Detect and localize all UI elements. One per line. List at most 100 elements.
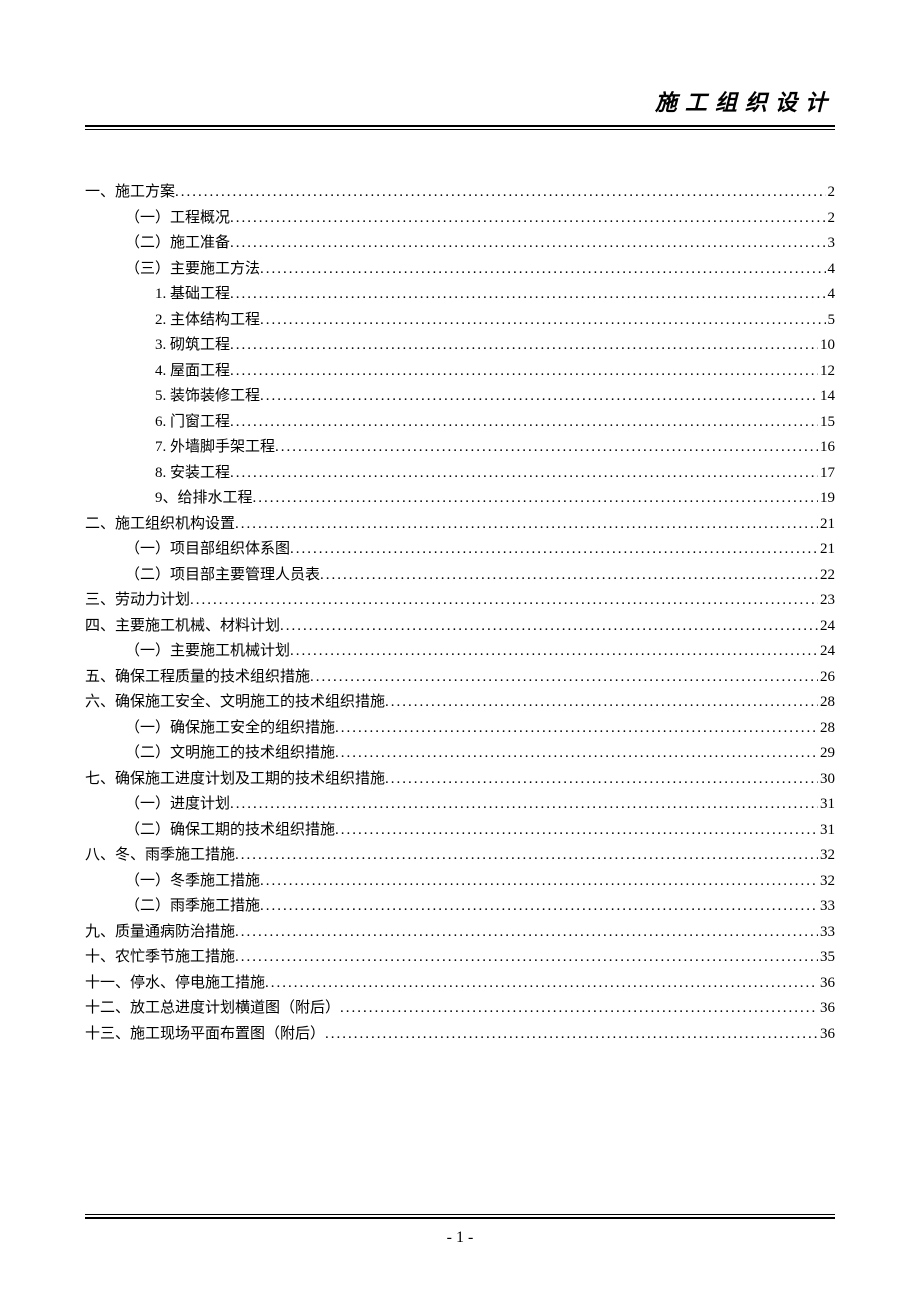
toc-entry[interactable]: （二）确保工期的技术组织措施31 (85, 818, 835, 844)
toc-entry-page: 35 (818, 945, 835, 971)
toc-entry-page: 28 (818, 690, 835, 716)
toc-entry-leader-dots (235, 945, 818, 971)
toc-entry[interactable]: （一）工程概况2 (85, 206, 835, 232)
toc-entry[interactable]: 四、主要施工机械、材料计划24 (85, 614, 835, 640)
toc-entry[interactable]: 6. 门窗工程15 (85, 410, 835, 436)
toc-entry-page: 32 (818, 843, 835, 869)
toc-entry-leader-dots (230, 461, 818, 487)
toc-entry-leader-dots (260, 384, 818, 410)
header-underline (85, 129, 835, 130)
page-container: 施工组织设计 一、施工方案2（一）工程概况2（二）施工准备3（三）主要施工方法4… (0, 0, 920, 1047)
toc-entry[interactable]: （一）进度计划 31 (85, 792, 835, 818)
toc-entry[interactable]: （二）施工准备3 (85, 231, 835, 257)
toc-entry-leader-dots (260, 257, 825, 283)
toc-entry-leader-dots (335, 741, 818, 767)
toc-entry-page: 21 (818, 537, 835, 563)
toc-entry[interactable]: （三）主要施工方法 4 (85, 257, 835, 283)
toc-entry[interactable]: 1. 基础工程 4 (85, 282, 835, 308)
toc-entry-label: 8. 安装工程 (155, 461, 230, 487)
toc-entry-page: 10 (818, 333, 835, 359)
footer-line-bottom (85, 1217, 835, 1219)
toc-entry-leader-dots (385, 690, 818, 716)
toc-entry-label: （二）文明施工的技术组织措施 (125, 741, 335, 767)
page-footer: - 1 - (85, 1214, 835, 1247)
toc-entry-leader-dots (235, 512, 818, 538)
toc-entry-page: 3 (826, 231, 836, 257)
toc-entry[interactable]: 十一、停水、停电施工措施36 (85, 971, 835, 997)
toc-entry[interactable]: 八、冬、雨季施工措施32 (85, 843, 835, 869)
toc-entry-page: 36 (818, 1022, 835, 1048)
toc-entry-label: （三）主要施工方法 (125, 257, 260, 283)
toc-entry-label: 9、给排水工程 (155, 486, 253, 512)
toc-entry-leader-dots (385, 767, 818, 793)
toc-entry-leader-dots (325, 1022, 818, 1048)
toc-entry-leader-dots (260, 869, 818, 895)
toc-entry-page: 4 (826, 282, 836, 308)
toc-entry-label: 4. 屋面工程 (155, 359, 230, 385)
toc-entry[interactable]: 一、施工方案2 (85, 180, 835, 206)
toc-entry-label: 2. 主体结构工程 (155, 308, 260, 334)
toc-entry-label: （一）确保施工安全的组织措施 (125, 716, 335, 742)
toc-entry-leader-dots (175, 180, 825, 206)
toc-entry-page: 30 (818, 767, 835, 793)
toc-entry-page: 24 (818, 614, 835, 640)
toc-entry-page: 36 (818, 996, 835, 1022)
toc-entry[interactable]: 十二、放工总进度计划横道图（附后）36 (85, 996, 835, 1022)
toc-entry-label: 1. 基础工程 (155, 282, 230, 308)
toc-entry-leader-dots (230, 359, 818, 385)
toc-entry-leader-dots (230, 206, 825, 232)
toc-entry-leader-dots (190, 588, 818, 614)
toc-entry-label: 三、劳动力计划 (85, 588, 190, 614)
toc-entry-page: 31 (818, 792, 835, 818)
toc-entry[interactable]: 十、农忙季节施工措施 35 (85, 945, 835, 971)
toc-entry-label: 3. 砌筑工程 (155, 333, 230, 359)
toc-entry[interactable]: 九、质量通病防治措施33 (85, 920, 835, 946)
table-of-contents: 一、施工方案2（一）工程概况2（二）施工准备3（三）主要施工方法41. 基础工程… (85, 180, 835, 1047)
toc-entry-page: 14 (818, 384, 835, 410)
toc-entry[interactable]: 2. 主体结构工程5 (85, 308, 835, 334)
toc-entry-label: （一）进度计划 (125, 792, 230, 818)
toc-entry[interactable]: （一）项目部组织体系图21 (85, 537, 835, 563)
toc-entry-leader-dots (230, 792, 818, 818)
toc-entry-label: 5. 装饰装修工程 (155, 384, 260, 410)
toc-entry-page: 4 (826, 257, 836, 283)
toc-entry[interactable]: 六、确保施工安全、文明施工的技术组织措施28 (85, 690, 835, 716)
toc-entry-leader-dots (235, 843, 818, 869)
toc-entry-leader-dots (260, 894, 818, 920)
toc-entry[interactable]: 4. 屋面工程 12 (85, 359, 835, 385)
toc-entry-page: 36 (818, 971, 835, 997)
toc-entry-page: 28 (818, 716, 835, 742)
toc-entry-label: 十、农忙季节施工措施 (85, 945, 235, 971)
toc-entry[interactable]: 二、施工组织机构设置21 (85, 512, 835, 538)
toc-entry[interactable]: 3. 砌筑工程 10 (85, 333, 835, 359)
toc-entry[interactable]: （一）主要施工机械计划24 (85, 639, 835, 665)
toc-entry-page: 24 (818, 639, 835, 665)
toc-entry[interactable]: （一）确保施工安全的组织措施 28 (85, 716, 835, 742)
toc-entry[interactable]: 七、确保施工进度计划及工期的技术组织措施30 (85, 767, 835, 793)
toc-entry-leader-dots (235, 920, 818, 946)
toc-entry-label: 五、确保工程质量的技术组织措施 (85, 665, 310, 691)
toc-entry[interactable]: 三、劳动力计划23 (85, 588, 835, 614)
toc-entry[interactable]: 8. 安装工程 17 (85, 461, 835, 487)
toc-entry-page: 2 (826, 206, 836, 232)
toc-entry-leader-dots (253, 486, 818, 512)
toc-entry[interactable]: 9、给排水工程19 (85, 486, 835, 512)
toc-entry[interactable]: 7. 外墙脚手架工程16 (85, 435, 835, 461)
toc-entry[interactable]: （一）冬季施工措施32 (85, 869, 835, 895)
toc-entry[interactable]: （二）雨季施工措施33 (85, 894, 835, 920)
toc-entry-page: 15 (818, 410, 835, 436)
toc-entry[interactable]: 十三、施工现场平面布置图（附后）36 (85, 1022, 835, 1048)
toc-entry-label: （二）项目部主要管理人员表 (125, 563, 320, 589)
toc-entry[interactable]: （二）文明施工的技术组织措施29 (85, 741, 835, 767)
toc-entry-leader-dots (290, 639, 818, 665)
toc-entry-page: 17 (818, 461, 835, 487)
toc-entry-page: 12 (818, 359, 835, 385)
toc-entry[interactable]: 五、确保工程质量的技术组织措施26 (85, 665, 835, 691)
toc-entry[interactable]: 5. 装饰装修工程 14 (85, 384, 835, 410)
toc-entry-label: 7. 外墙脚手架工程 (155, 435, 275, 461)
toc-entry-label: 一、施工方案 (85, 180, 175, 206)
toc-entry-leader-dots (230, 410, 818, 436)
toc-entry-leader-dots (290, 537, 818, 563)
toc-entry-label: （二）确保工期的技术组织措施 (125, 818, 335, 844)
toc-entry[interactable]: （二）项目部主要管理人员表22 (85, 563, 835, 589)
